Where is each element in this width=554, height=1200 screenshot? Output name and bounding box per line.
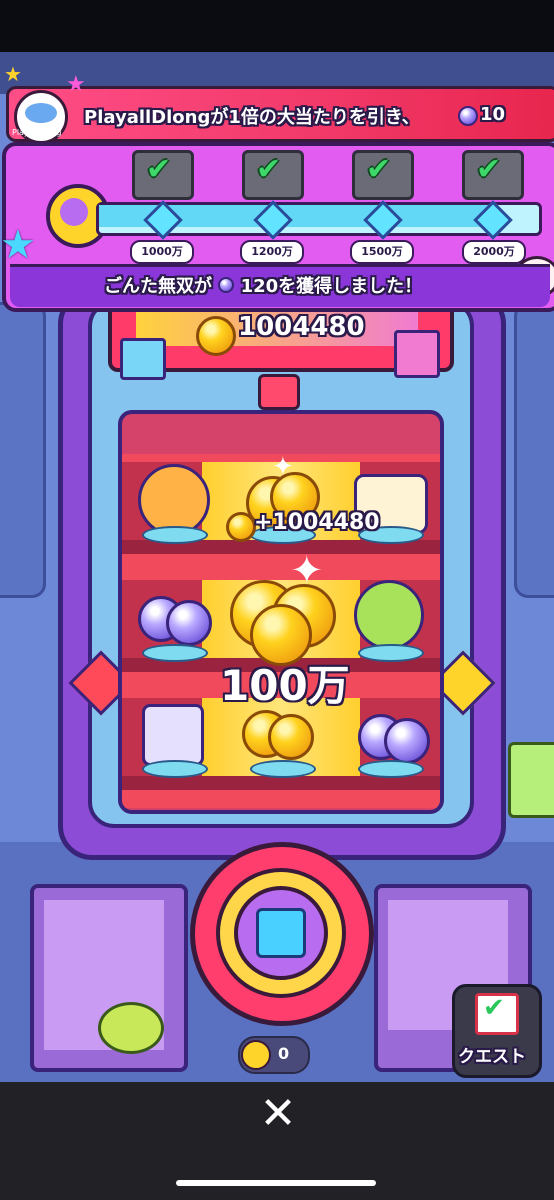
check-icon: ✔ [256, 152, 282, 187]
sparkle-icon: ✦ [290, 548, 324, 594]
star-icon: ★ [4, 62, 22, 86]
candy-coin-icon [196, 316, 236, 356]
quest-result-message: ごんた無双が 120を獲得しました！ [104, 276, 423, 297]
play-button-core[interactable] [234, 886, 328, 980]
emblem-face [60, 198, 88, 226]
gift-box-right [508, 742, 554, 818]
prize-character-orb [354, 580, 424, 650]
milestone-label-1: 1000万 [130, 240, 194, 264]
gem-icon [218, 277, 235, 293]
quest-button-label: クエスト [458, 1047, 526, 1067]
pedestal [142, 644, 208, 662]
left-wall-panel [0, 302, 46, 598]
coin-icon [241, 1040, 271, 1070]
gem-orb [384, 718, 430, 764]
candy-coin-icon [226, 512, 256, 542]
pedestal [142, 760, 208, 778]
check-icon: ✔ [483, 993, 505, 1023]
avatar-cap [25, 103, 57, 123]
claw-icon [258, 374, 300, 410]
gift-icon [256, 908, 306, 958]
milestone-label-3: 1500万 [350, 240, 414, 264]
total-score: 1004480 [238, 312, 365, 342]
star-icon: ★ [66, 72, 86, 97]
big-win-amount: 100万 [220, 661, 350, 710]
milestone-label-4: 2000万 [462, 240, 526, 264]
gift-box-icon [120, 338, 166, 380]
check-icon: ✔ [146, 152, 172, 187]
pedestal [142, 526, 208, 544]
avatar-name: PlayallDlong [12, 128, 62, 137]
gift-box-icon [394, 330, 440, 378]
pedestal [250, 760, 316, 778]
home-indicator[interactable] [176, 1180, 376, 1186]
gem-orb [166, 600, 212, 646]
jackpot-gem-amount: 10 [480, 104, 506, 125]
coin-counter-value: 0 [278, 1044, 290, 1063]
gain-amount: +1004480 [254, 510, 380, 535]
star-icon: ★ [0, 222, 36, 268]
milestone-label-2: 1200万 [240, 240, 304, 264]
gem-icon [458, 106, 478, 126]
sparkle-icon: ✦ [272, 452, 294, 482]
close-button[interactable]: ✕ [256, 1092, 300, 1136]
jackpot-message: PlayallDlongが1倍の大当たりを引き、 [84, 107, 420, 128]
right-wall-panel [514, 302, 554, 598]
creature-figure [98, 1002, 164, 1054]
pedestal [358, 760, 424, 778]
check-icon: ✔ [366, 152, 392, 187]
mystery-box [142, 704, 204, 766]
pedestal [358, 644, 424, 662]
gold-coin-pile [268, 714, 314, 760]
check-icon: ✔ [476, 152, 502, 187]
